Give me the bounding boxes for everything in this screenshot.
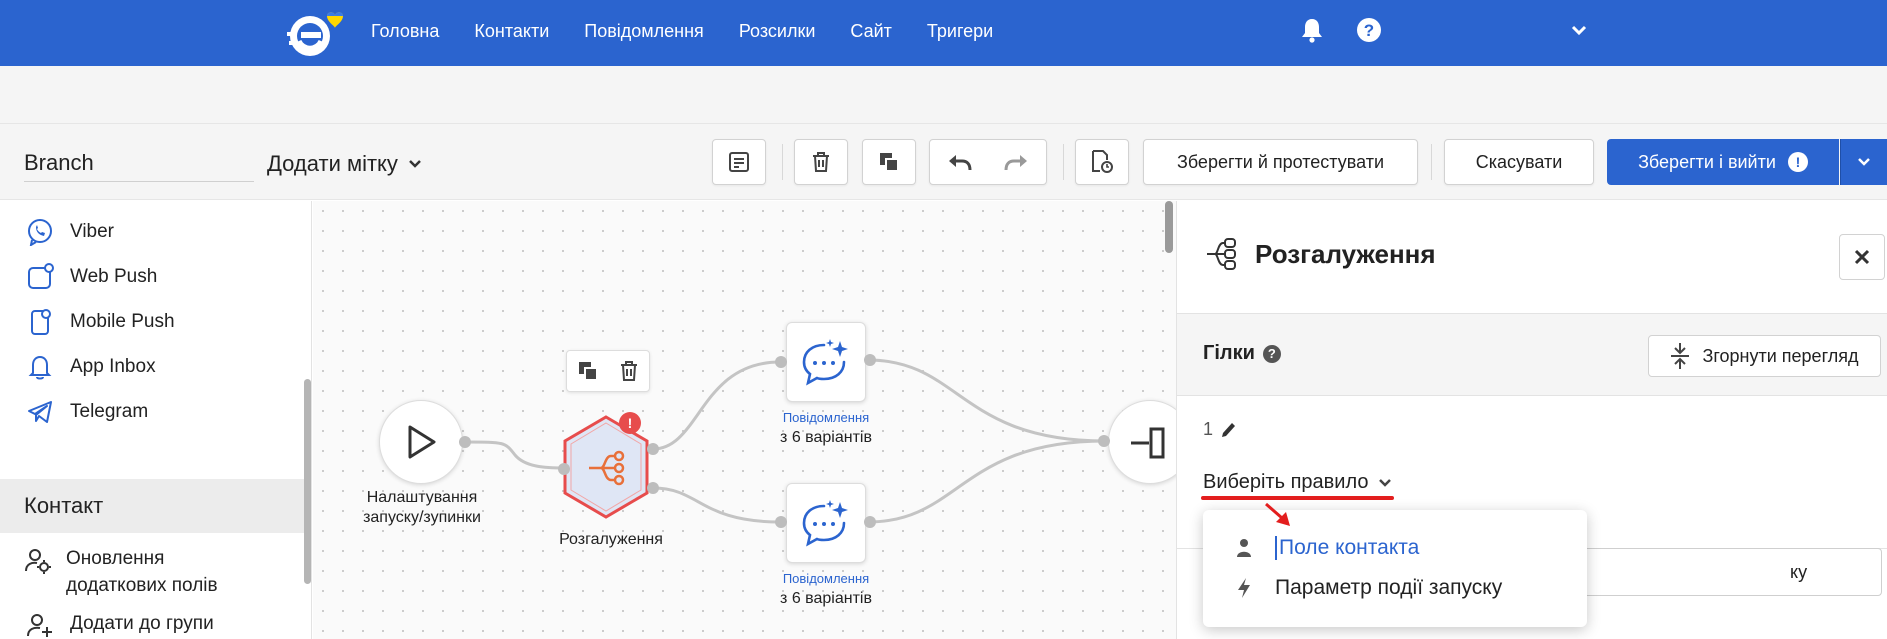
rule-type-menu: Поле контакта Параметр події запуску [1203, 510, 1587, 627]
panel-title: Розгалуження [1255, 239, 1436, 269]
connector-port[interactable] [646, 481, 660, 495]
connector-port[interactable] [774, 515, 788, 529]
branch-icon [587, 448, 627, 493]
play-icon [408, 425, 436, 459]
message-node-2[interactable] [786, 483, 866, 563]
connector-port[interactable] [1097, 434, 1111, 448]
toolbar-divider [1431, 144, 1432, 180]
help-icon[interactable]: ? [1355, 14, 1383, 46]
connector-port[interactable] [458, 435, 472, 449]
close-panel-button[interactable] [1839, 234, 1885, 280]
pencil-icon[interactable] [1221, 421, 1237, 439]
message-node-title: Повідомлення [782, 571, 870, 586]
ai-message-icon [802, 500, 848, 547]
save-and-test-label: Зберегти й протестувати [1176, 151, 1385, 172]
close-icon [1854, 249, 1870, 265]
message-node-title: Повідомлення [782, 410, 870, 425]
branch-number: 1 [1203, 419, 1214, 439]
message-node-subtitle: з 6 варіантів [780, 590, 872, 607]
branch-node-label: Розгалуження [559, 531, 663, 548]
chevron-down-icon [1379, 478, 1392, 487]
start-node-label: Налаштування запуску/зупинки [363, 489, 481, 526]
user-icon [1233, 538, 1255, 558]
branches-title: Гілки ? [1203, 342, 1281, 365]
ai-message-icon [802, 339, 848, 386]
rule-select-label: Виберіть правило [1203, 471, 1369, 493]
bell-icon[interactable] [1298, 14, 1326, 46]
branch-name: 1 [1203, 419, 1237, 440]
help-icon[interactable]: ? [1262, 344, 1281, 363]
cancel-label: Скасувати [1475, 151, 1563, 172]
connector-port[interactable] [863, 353, 877, 367]
message-node-1[interactable] [786, 322, 866, 402]
exit-icon [1131, 427, 1165, 459]
canvas-scrollbar[interactable] [1165, 201, 1173, 253]
collapse-view-button[interactable]: Згорнути перегляд [1648, 335, 1881, 377]
svg-text:?: ? [1364, 21, 1374, 40]
annotation-arrow-icon [1265, 502, 1290, 526]
chevron-down-icon [1858, 158, 1870, 166]
menu-item-label: Параметр події запуску [1275, 576, 1503, 599]
menu-item-contact-field[interactable]: Поле контакта [1203, 528, 1587, 568]
warning-icon: ! [1787, 152, 1808, 172]
collapse-view-label: Згорнути перегляд [1702, 345, 1859, 366]
connector-port[interactable] [557, 462, 571, 476]
trash-icon[interactable] [619, 360, 639, 382]
error-badge: ! [619, 412, 641, 434]
condition-input[interactable]: ку [1562, 548, 1882, 596]
start-node[interactable] [379, 400, 463, 484]
message-node-subtitle: з 6 варіантів [780, 429, 872, 446]
menu-item-trigger-event-param[interactable]: Параметр події запуску [1203, 568, 1587, 608]
chevron-down-icon[interactable] [1565, 14, 1593, 46]
connector-port[interactable] [646, 442, 660, 456]
rule-select-dropdown[interactable]: Виберіть правило [1203, 471, 1392, 494]
text-cursor [1275, 536, 1277, 560]
copy-icon[interactable] [577, 360, 599, 382]
save-and-exit-button[interactable]: Зберегти і вийти ! [1607, 139, 1839, 185]
save-and-exit-label: Зберегти і вийти [1638, 151, 1776, 172]
condition-input-text: ку [1790, 562, 1808, 582]
collapse-icon [1671, 343, 1690, 369]
connector-port[interactable] [774, 355, 788, 369]
panel-header: Розгалуження [1177, 201, 1887, 314]
cancel-button[interactable]: Скасувати [1444, 139, 1594, 185]
node-actions-bar [566, 350, 650, 392]
save-options-dropdown[interactable] [1840, 139, 1887, 185]
lightning-icon [1233, 577, 1255, 599]
branch-icon [1207, 238, 1236, 270]
connector-port[interactable] [863, 515, 877, 529]
branches-title-text: Гілки [1203, 342, 1255, 364]
branches-header: Гілки ? Згорнути перегляд [1177, 314, 1887, 396]
menu-item-label: Поле контакта [1279, 536, 1420, 559]
